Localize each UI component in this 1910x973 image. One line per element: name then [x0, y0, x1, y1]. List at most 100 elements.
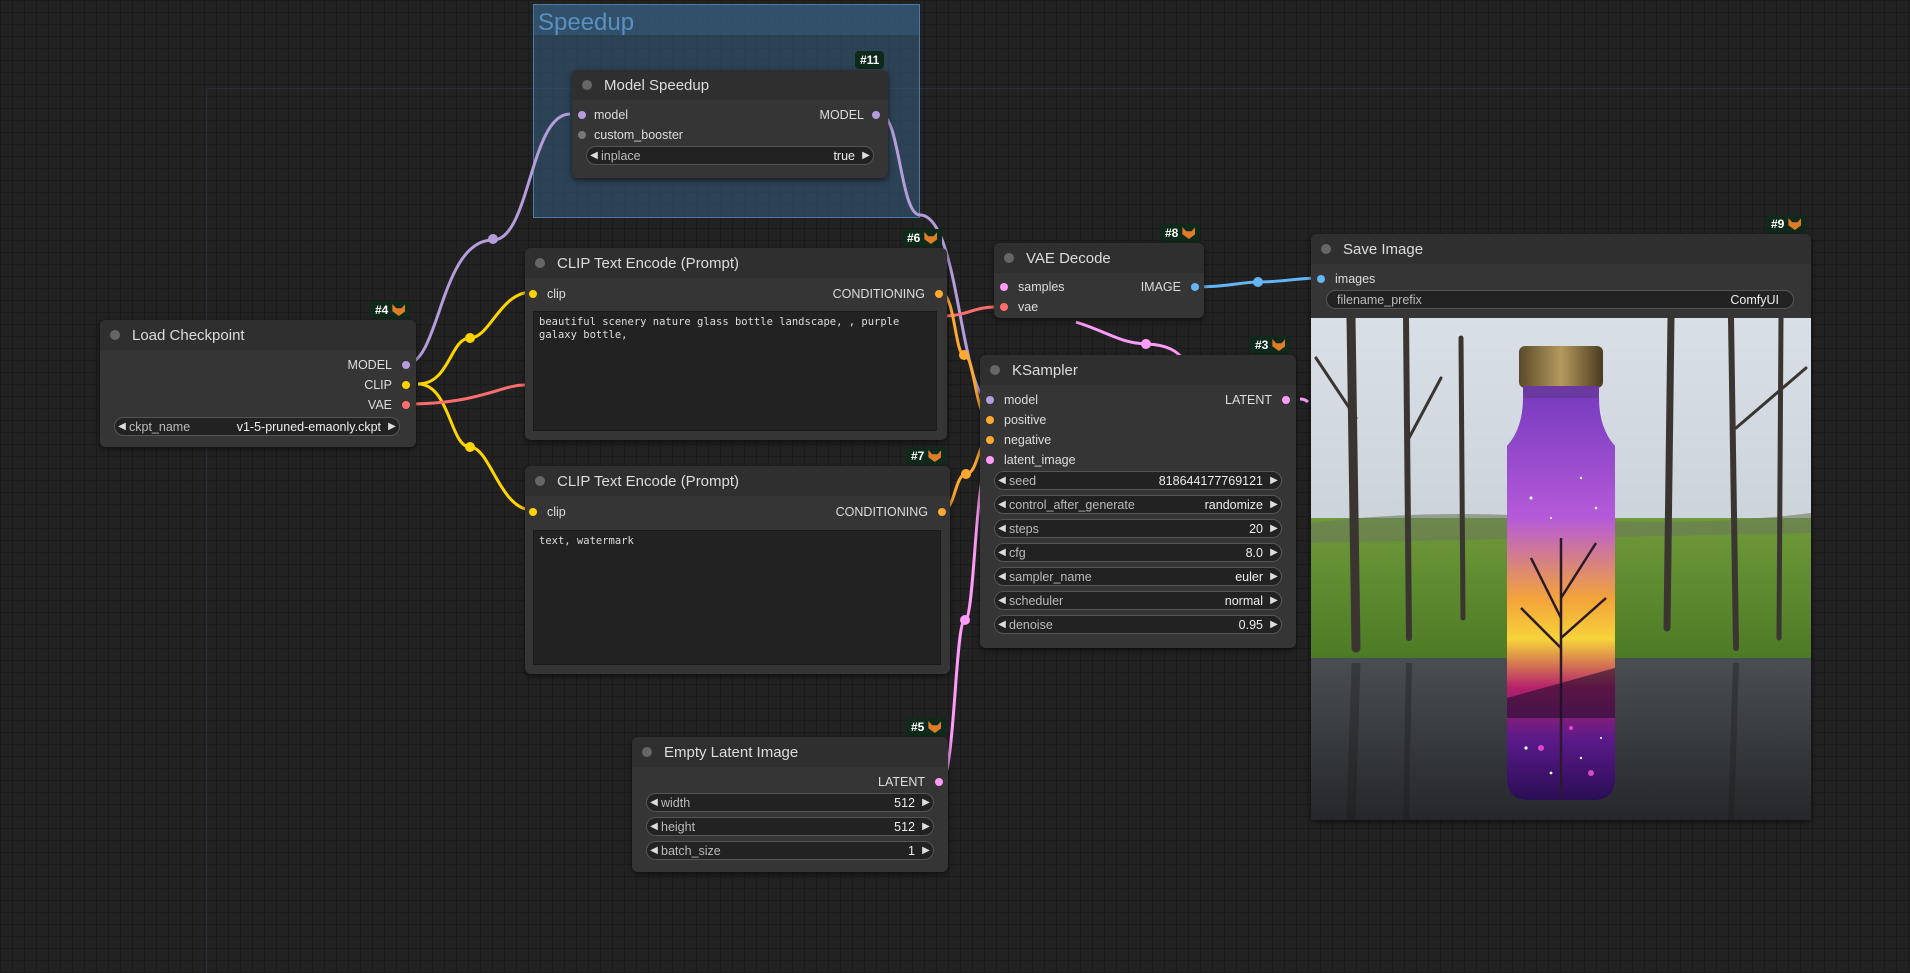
node-save-image[interactable]: Save Image images filename_prefix ComfyUI: [1311, 234, 1811, 820]
decrement-arrow-icon: ◀: [998, 499, 1006, 510]
input-slot-negative[interactable]: negative: [986, 433, 1051, 447]
increment-arrow-icon: ▶: [1270, 499, 1278, 510]
node-empty-latent-image[interactable]: Empty Latent Image LATENT ◀ width 512 ▶ ◀ he…: [632, 737, 948, 872]
widget-sampler-name[interactable]: ◀ sampler_name euler ▶: [994, 567, 1282, 586]
input-slot-model[interactable]: model: [986, 393, 1038, 407]
collapse-dot[interactable]: [110, 330, 120, 340]
increment-arrow-icon: ▶: [862, 150, 870, 161]
node-ksampler[interactable]: KSampler model positive negative latent_…: [980, 355, 1296, 648]
fox-icon: [1788, 218, 1802, 230]
widget-seed[interactable]: ◀ seed 818644177769121 ▶: [994, 471, 1282, 490]
output-slot-image[interactable]: IMAGE: [1141, 280, 1199, 294]
node-title: Load Checkpoint: [132, 326, 245, 344]
fox-icon: [924, 232, 938, 244]
decrement-arrow-icon: ◀: [650, 797, 658, 808]
widget-denoise[interactable]: ◀ denoise 0.95 ▶: [994, 615, 1282, 634]
widget-width[interactable]: ◀ width 512 ▶: [646, 793, 934, 812]
node-id-badge: #8: [1160, 224, 1201, 242]
prompt-textarea[interactable]: beautiful scenery nature glass bottle la…: [533, 311, 937, 431]
widget-inplace[interactable]: ◀ inplace true ▶: [586, 146, 874, 165]
node-title: Model Speedup: [604, 76, 710, 94]
node-clip-text-encode-positive[interactable]: CLIP Text Encode (Prompt) clip CONDITION…: [525, 248, 947, 440]
collapse-dot[interactable]: [642, 747, 652, 757]
output-slot-model[interactable]: MODEL: [820, 108, 880, 122]
widget-control-after-generate[interactable]: ◀ control_after_generate randomize ▶: [994, 495, 1282, 514]
node-clip-text-encode-negative[interactable]: CLIP Text Encode (Prompt) clip CONDITION…: [525, 466, 950, 674]
increment-arrow-icon: ▶: [1270, 619, 1278, 630]
decrement-arrow-icon: ◀: [998, 523, 1006, 534]
output-slot-latent[interactable]: LATENT: [1225, 393, 1290, 407]
group-title[interactable]: Speedup: [534, 5, 919, 36]
node-title: Empty Latent Image: [664, 743, 799, 761]
increment-arrow-icon: ▶: [1270, 571, 1278, 582]
node-load-checkpoint[interactable]: Load Checkpoint MODEL CLIP VAE ◀ ckpt_nam…: [100, 320, 416, 447]
input-slot-custom-booster[interactable]: custom_booster: [578, 128, 683, 142]
input-slot-latent-image[interactable]: latent_image: [986, 453, 1076, 467]
increment-arrow-icon: ▶: [1270, 475, 1278, 486]
widget-scheduler[interactable]: ◀ scheduler normal ▶: [994, 591, 1282, 610]
node-id-badge: #11: [855, 51, 885, 69]
decrement-arrow-icon: ◀: [998, 619, 1006, 630]
output-slot-latent[interactable]: LATENT: [878, 775, 943, 789]
fox-icon: [1182, 227, 1196, 239]
decrement-arrow-icon: ◀: [590, 150, 598, 161]
output-slot-clip[interactable]: CLIP: [364, 378, 410, 392]
node-title-bar[interactable]: Model Speedup: [572, 70, 888, 100]
node-title-bar[interactable]: CLIP Text Encode (Prompt): [525, 248, 947, 278]
output-slot-model[interactable]: MODEL: [348, 358, 410, 372]
input-slot-clip[interactable]: clip: [529, 287, 566, 301]
input-slot-vae[interactable]: vae: [1000, 300, 1038, 314]
fox-icon: [928, 721, 942, 733]
collapse-dot[interactable]: [582, 80, 592, 90]
output-slot-conditioning[interactable]: CONDITIONING: [833, 287, 943, 301]
increment-arrow-icon: ▶: [388, 421, 396, 432]
output-slot-conditioning[interactable]: CONDITIONING: [836, 505, 946, 519]
widget-filename-prefix[interactable]: filename_prefix ComfyUI: [1326, 290, 1794, 309]
widget-batch-size[interactable]: ◀ batch_size 1 ▶: [646, 841, 934, 860]
node-title-bar[interactable]: Empty Latent Image: [632, 737, 948, 767]
increment-arrow-icon: ▶: [1270, 595, 1278, 606]
node-vae-decode[interactable]: VAE Decode samples vae IMAGE: [994, 243, 1204, 318]
node-title-bar[interactable]: VAE Decode: [994, 243, 1204, 273]
fox-icon: [1272, 339, 1286, 351]
node-id-badge: #9: [1766, 215, 1807, 233]
decrement-arrow-icon: ◀: [650, 845, 658, 856]
increment-arrow-icon: ▶: [1270, 523, 1278, 534]
decrement-arrow-icon: ◀: [998, 595, 1006, 606]
fox-icon: [928, 450, 942, 462]
collapse-dot[interactable]: [990, 365, 1000, 375]
input-slot-images[interactable]: images: [1317, 272, 1375, 286]
node-title-bar[interactable]: Save Image: [1311, 234, 1811, 264]
node-id-badge: #6: [902, 229, 943, 247]
node-title-bar[interactable]: CLIP Text Encode (Prompt): [525, 466, 950, 496]
image-preview[interactable]: [1311, 318, 1811, 820]
decrement-arrow-icon: ◀: [998, 571, 1006, 582]
collapse-dot[interactable]: [535, 476, 545, 486]
input-slot-model[interactable]: model: [578, 108, 628, 122]
canvas-guide-line: [206, 88, 207, 973]
input-slot-samples[interactable]: samples: [1000, 280, 1065, 294]
widget-cfg[interactable]: ◀ cfg 8.0 ▶: [994, 543, 1282, 562]
prompt-textarea[interactable]: text, watermark: [533, 530, 941, 665]
collapse-dot[interactable]: [1321, 244, 1331, 254]
node-title: KSampler: [1012, 361, 1078, 379]
decrement-arrow-icon: ◀: [650, 821, 658, 832]
decrement-arrow-icon: ◀: [998, 475, 1006, 486]
widget-height[interactable]: ◀ height 512 ▶: [646, 817, 934, 836]
output-slot-vae[interactable]: VAE: [368, 398, 410, 412]
input-slot-clip[interactable]: clip: [529, 505, 566, 519]
widget-ckpt-name[interactable]: ◀ ckpt_name v1-5-pruned-emaonly.ckpt ▶: [114, 417, 400, 436]
node-model-speedup[interactable]: Model Speedup model custom_booster MODEL…: [572, 70, 888, 178]
input-slot-positive[interactable]: positive: [986, 413, 1046, 427]
widget-steps[interactable]: ◀ steps 20 ▶: [994, 519, 1282, 538]
collapse-dot[interactable]: [535, 258, 545, 268]
decrement-arrow-icon: ◀: [998, 547, 1006, 558]
node-title: Save Image: [1343, 240, 1424, 258]
node-id-badge: #7: [906, 447, 947, 465]
node-title-bar[interactable]: Load Checkpoint: [100, 320, 416, 350]
node-title: CLIP Text Encode (Prompt): [557, 254, 740, 272]
collapse-dot[interactable]: [1004, 253, 1014, 263]
node-id-badge: #4: [370, 301, 411, 319]
node-title-bar[interactable]: KSampler: [980, 355, 1296, 385]
increment-arrow-icon: ▶: [922, 797, 930, 808]
